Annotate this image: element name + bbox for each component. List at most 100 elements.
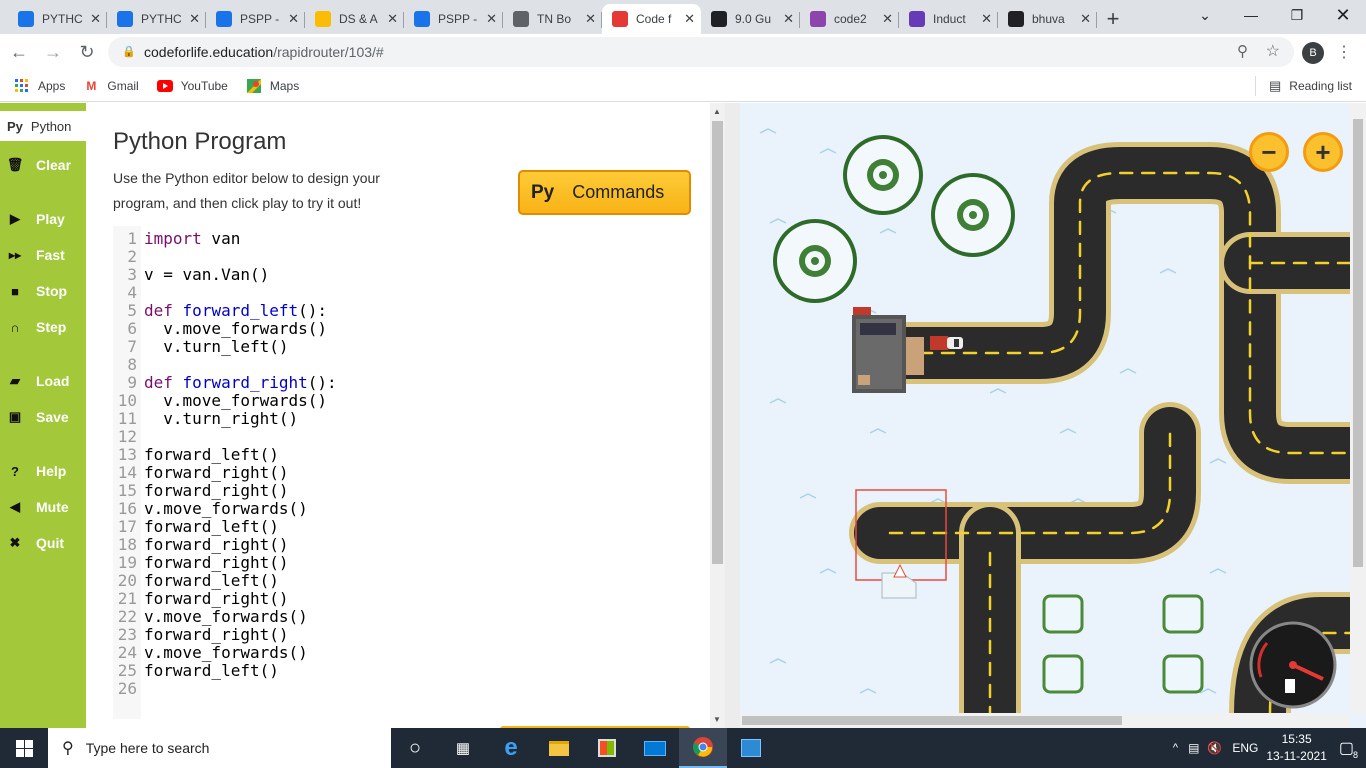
mail-icon[interactable] — [631, 728, 679, 768]
edge-icon[interactable]: e — [487, 728, 535, 768]
editor-scrollbar[interactable]: ▲ ▼ — [710, 103, 725, 728]
play-button[interactable]: ▶ Play — [6, 207, 65, 231]
commands-button[interactable]: Py Commands — [518, 170, 691, 215]
maximize-button[interactable]: ❐ — [1274, 0, 1320, 30]
stop-button[interactable]: ■ Stop — [6, 279, 67, 303]
browser-tab[interactable]: PSPP - ✕ — [206, 4, 305, 34]
browser-tab[interactable]: PYTHC ✕ — [8, 4, 107, 34]
help-button[interactable]: ? Help — [6, 459, 66, 483]
scroll-down-icon[interactable]: ▼ — [713, 715, 721, 724]
step-button[interactable]: ∩ Step — [6, 315, 66, 339]
browser-tab[interactable]: code2 ✕ — [800, 4, 899, 34]
code-line[interactable]: 19 forward_right() — [113, 554, 703, 572]
game-hscroll-thumb[interactable] — [742, 716, 1122, 725]
code-line[interactable]: 12 — [113, 428, 703, 446]
new-tab-button[interactable]: + — [1097, 4, 1129, 34]
zoom-out-button[interactable]: − — [1249, 132, 1289, 172]
code-line[interactable]: 25 forward_left() — [113, 662, 703, 680]
code-line[interactable]: 3 v = van.Van() — [113, 266, 703, 284]
quit-button[interactable]: ✖ Quit — [6, 531, 64, 555]
game-vscroll-thumb[interactable] — [1353, 119, 1363, 567]
browser-tab[interactable]: 9.0 Gu ✕ — [701, 4, 800, 34]
code-line[interactable]: 23 forward_right() — [113, 626, 703, 644]
close-window-button[interactable]: ✕ — [1320, 0, 1366, 30]
code-line[interactable]: 10 v.move_forwards() — [113, 392, 703, 410]
code-line[interactable]: 14 forward_right() — [113, 464, 703, 482]
browser-tab[interactable]: TN Bo ✕ — [503, 4, 602, 34]
game-vertical-scrollbar[interactable] — [1350, 103, 1366, 713]
reading-list-button[interactable]: ▤ Reading list — [1255, 76, 1352, 96]
zoom-icon[interactable]: ⚲ — [1237, 42, 1248, 60]
tab-python[interactable]: Py Python — [0, 111, 86, 141]
store-icon[interactable] — [583, 728, 631, 768]
browser-tab[interactable]: bhuva ✕ — [998, 4, 1097, 34]
mute-button[interactable]: ◀ Mute — [6, 495, 69, 519]
tab-close-icon[interactable]: ✕ — [882, 11, 893, 27]
back-button[interactable]: ← — [4, 37, 34, 67]
tab-search-icon[interactable]: ⌄ — [1182, 0, 1228, 30]
bookmark-maps[interactable]: Maps — [246, 78, 299, 93]
code-line[interactable]: 15 forward_right() — [113, 482, 703, 500]
code-editor[interactable]: 1 import van 2 3 v = van.Van() 4 5 def forward_… — [113, 226, 710, 719]
tab-close-icon[interactable]: ✕ — [783, 11, 794, 27]
notifications-icon[interactable]: ▢ 8 — [1339, 738, 1358, 760]
bookmark-apps[interactable]: Apps — [14, 78, 65, 93]
panel-divider[interactable] — [725, 103, 740, 728]
code-line[interactable]: 6 v.move_forwards() — [113, 320, 703, 338]
code-line[interactable]: 22 v.move_forwards() — [113, 608, 703, 626]
editor-scroll-thumb[interactable] — [712, 121, 723, 564]
fast-button[interactable]: ▶▶ Fast — [6, 243, 65, 267]
tab-close-icon[interactable]: ✕ — [288, 11, 299, 27]
code-line[interactable]: 13 forward_left() — [113, 446, 703, 464]
code-line[interactable]: 4 — [113, 284, 703, 302]
load-button[interactable]: ▰ Load — [6, 369, 69, 393]
browser-tab[interactable]: DS & A ✕ — [305, 4, 404, 34]
code-line[interactable]: 5 def forward_left(): — [113, 302, 703, 320]
zoom-in-button[interactable]: + — [1303, 132, 1343, 172]
code-line[interactable]: 18 forward_right() — [113, 536, 703, 554]
taskbar-search[interactable]: ⚲ Type here to search — [48, 728, 391, 768]
profile-avatar[interactable]: B — [1302, 42, 1324, 64]
tab-close-icon[interactable]: ✕ — [981, 11, 992, 27]
browser-tab[interactable]: Code f ✕ — [602, 4, 701, 34]
volume-icon[interactable]: 🔇 — [1207, 741, 1222, 755]
code-line[interactable]: 26 — [113, 680, 703, 698]
code-line[interactable]: 1 import van — [113, 230, 703, 248]
tab-close-icon[interactable]: ✕ — [387, 11, 398, 27]
browser-tab[interactable]: Induct ✕ — [899, 4, 998, 34]
minimize-button[interactable]: — — [1228, 0, 1274, 30]
game-horizontal-scrollbar[interactable] — [740, 713, 1350, 728]
cortana-icon[interactable]: ○ — [391, 728, 439, 768]
tab-close-icon[interactable]: ✕ — [189, 11, 200, 27]
forward-button[interactable]: → — [38, 37, 68, 67]
clear-button[interactable]: 🗑 Clear — [6, 153, 71, 177]
code-line[interactable]: 11 v.turn_right() — [113, 410, 703, 428]
code-line[interactable]: 8 — [113, 356, 703, 374]
bookmark-star-icon[interactable]: ☆ — [1266, 41, 1280, 61]
start-button[interactable] — [0, 728, 48, 768]
tab-close-icon[interactable]: ✕ — [1080, 11, 1091, 27]
browser-tab[interactable]: PYTHC ✕ — [107, 4, 206, 34]
code-line[interactable]: 9 def forward_right(): — [113, 374, 703, 392]
code-line[interactable]: 24 v.move_forwards() — [113, 644, 703, 662]
network-icon[interactable]: ▤ — [1188, 741, 1199, 755]
tab-close-icon[interactable]: ✕ — [684, 11, 695, 27]
tray-overflow-icon[interactable]: ^ — [1173, 742, 1178, 754]
menu-dots-icon[interactable]: ⋮ — [1336, 42, 1352, 62]
bookmark-gmail[interactable]: M Gmail — [83, 79, 138, 93]
save-button[interactable]: ▣ Save — [6, 405, 69, 429]
clock[interactable]: 15:35 13-11-2021 — [1266, 731, 1327, 765]
task-view-icon[interactable]: ▦ — [439, 728, 487, 768]
language-indicator[interactable]: ENG — [1232, 741, 1258, 755]
code-line[interactable]: 16 v.move_forwards() — [113, 500, 703, 518]
photos-icon[interactable] — [727, 728, 775, 768]
code-line[interactable]: 21 forward_right() — [113, 590, 703, 608]
code-line[interactable]: 2 — [113, 248, 703, 266]
reload-button[interactable]: ↻ — [72, 37, 102, 67]
tab-close-icon[interactable]: ✕ — [90, 11, 101, 27]
tab-close-icon[interactable]: ✕ — [585, 11, 596, 27]
game-canvas[interactable]: − + — [740, 103, 1366, 728]
browser-tab[interactable]: PSPP - ✕ — [404, 4, 503, 34]
file-explorer-icon[interactable] — [535, 728, 583, 768]
address-bar[interactable]: 🔒 codeforlife.education/rapidrouter/103/… — [108, 37, 1294, 67]
